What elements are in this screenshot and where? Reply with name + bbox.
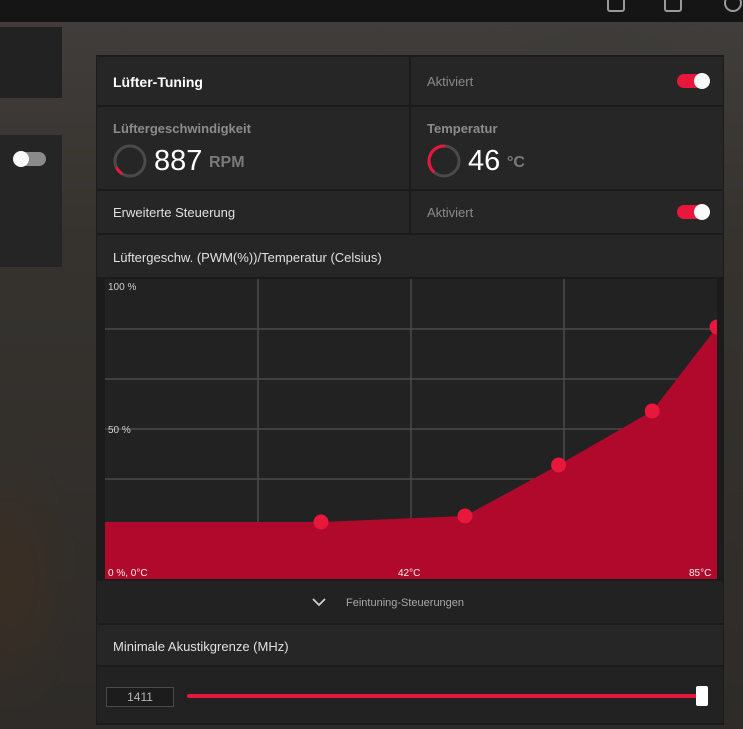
acoustic-limit-slider-track[interactable]: [187, 694, 701, 698]
fan-curve-point[interactable]: [644, 403, 660, 419]
window-icon[interactable]: [724, 0, 742, 12]
curve-header-cell: Lüftergeschw. (PWM(%))/Temperatur (Celsi…: [97, 235, 723, 277]
x-tick-label: 42°C: [398, 568, 421, 579]
fan-speed-title: Lüftergeschwindigkeit: [113, 121, 251, 136]
background-card: [0, 135, 62, 267]
fan-speed-unit: RPM: [209, 154, 245, 171]
fan-curve-point[interactable]: [709, 319, 718, 335]
x-tick-label: 85°C: [689, 568, 712, 579]
fan-curve-point[interactable]: [313, 514, 329, 530]
fan-curve-chart[interactable]: 100 % 50 % 0 %, 0°C 42°C 85°C: [105, 279, 717, 579]
fan-curve-point[interactable]: [551, 457, 567, 473]
temperature-title: Temperatur: [427, 121, 498, 136]
fan-tuning-status-cell: Aktiviert: [411, 57, 723, 105]
acoustic-limit-value-field[interactable]: 1411: [106, 687, 174, 707]
advanced-control-status-cell: Aktiviert: [411, 191, 723, 233]
temperature-gauge-icon: [427, 144, 461, 178]
fan-tuning-title: Lüfter-Tuning: [113, 74, 203, 90]
fan-tuning-toggle[interactable]: [677, 73, 710, 89]
fan-speed-value: 887: [154, 145, 203, 177]
fan-curve-point[interactable]: [457, 508, 473, 524]
advanced-control-label: Erweiterte Steuerung: [113, 205, 236, 220]
y-tick-label: 50 %: [108, 425, 131, 436]
advanced-control-cell: Erweiterte Steuerung: [97, 191, 409, 233]
temperature-unit: °C: [507, 154, 525, 171]
fan-tuning-status: Aktiviert: [427, 74, 474, 89]
fan-curve-svg[interactable]: [105, 279, 717, 579]
temperature-cell: Temperatur 46 °C: [411, 107, 723, 189]
background-toggle[interactable]: [13, 151, 46, 167]
fan-tuning-title-cell: Lüfter-Tuning: [97, 57, 409, 105]
acoustic-limit-header-cell: Minimale Akustikgrenze (MHz): [97, 625, 723, 665]
fine-tuning-label[interactable]: Feintuning-Steuerungen: [346, 597, 464, 609]
window-icon[interactable]: [664, 0, 682, 12]
fan-speed-cell: Lüftergeschwindigkeit 887 RPM: [97, 107, 409, 189]
acoustic-limit-slider-thumb[interactable]: [696, 686, 708, 706]
chevron-down-icon[interactable]: [312, 597, 326, 607]
acoustic-limit-label: Minimale Akustikgrenze (MHz): [113, 639, 289, 654]
y-tick-label: 100 %: [108, 282, 137, 293]
advanced-control-status: Aktiviert: [427, 205, 474, 220]
window-icon[interactable]: [607, 0, 625, 12]
origin-tick-label: 0 %, 0°C: [108, 568, 148, 579]
window-titlebar: [0, 0, 743, 22]
advanced-control-toggle[interactable]: [677, 204, 710, 220]
fine-tuning-row[interactable]: Feintuning-Steuerungen: [97, 581, 723, 623]
curve-header: Lüftergeschw. (PWM(%))/Temperatur (Celsi…: [113, 250, 382, 265]
fan-speed-gauge-icon: [113, 144, 147, 178]
temperature-value: 46: [468, 145, 501, 177]
background-card: [0, 27, 62, 98]
